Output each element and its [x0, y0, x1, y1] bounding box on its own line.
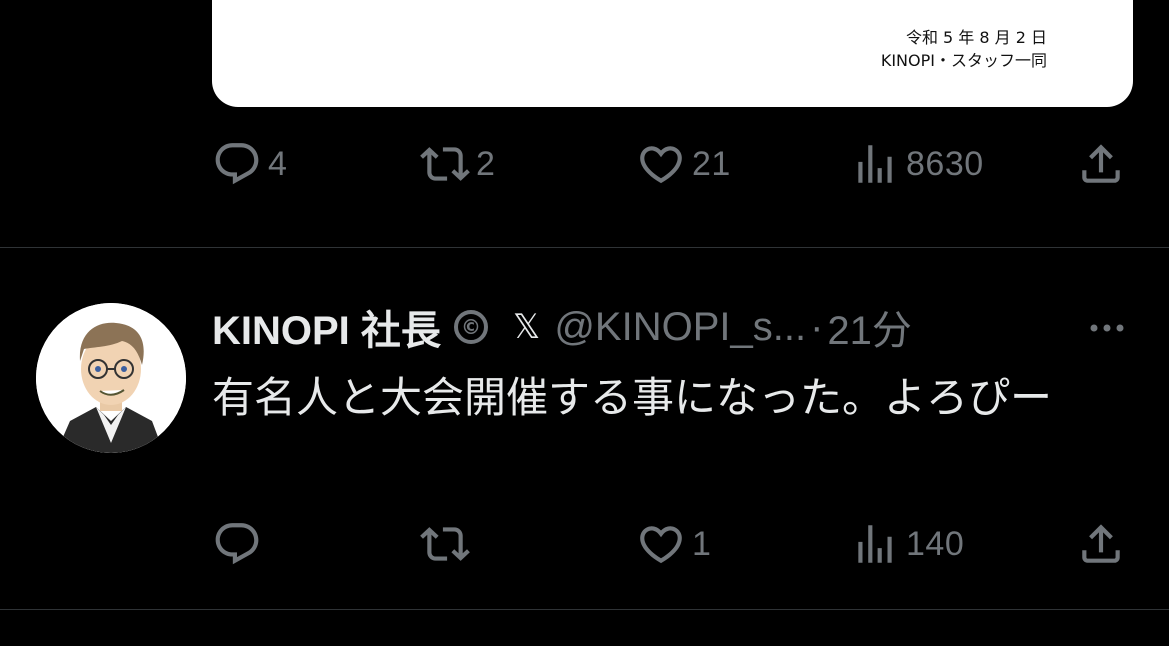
avatar[interactable] — [36, 303, 186, 453]
retweet-icon — [420, 147, 470, 181]
share-icon — [1082, 144, 1120, 183]
like-button[interactable]: 21 — [636, 139, 731, 189]
tweet-actions: 1 140 — [212, 519, 1133, 569]
share-button[interactable] — [1076, 139, 1126, 189]
views-count: 140 — [906, 524, 965, 563]
badge-symbol: © — [461, 315, 481, 339]
tweet-image-card[interactable]: 令和 5 年 8 月 2 日 KINOPI・スタッフ一同 — [212, 0, 1133, 107]
reply-icon — [215, 523, 259, 565]
verified-badge-icon: © — [453, 309, 489, 345]
separator: · — [810, 304, 824, 349]
retweet-icon — [420, 527, 470, 561]
card-signature: KINOPI・スタッフ一同 — [880, 51, 1047, 70]
reply-button[interactable] — [212, 519, 268, 569]
views-icon — [858, 525, 892, 563]
x-logo-icon: 𝕏 — [512, 308, 541, 346]
tweet-text: 有名人と大会開催する事になった。よろぴー — [212, 373, 1053, 422]
share-button[interactable] — [1076, 519, 1126, 569]
reply-icon — [215, 143, 259, 185]
reply-button[interactable]: 4 — [212, 139, 287, 189]
like-icon — [640, 146, 682, 184]
reply-count: 4 — [268, 144, 288, 183]
retweet-button[interactable] — [420, 519, 476, 569]
share-icon — [1082, 524, 1120, 563]
more-icon — [1090, 324, 1124, 332]
avatar-illustration — [36, 303, 186, 453]
like-count: 1 — [692, 524, 712, 563]
like-count: 21 — [692, 144, 731, 183]
tweet-divider — [0, 247, 1169, 248]
card-text: 令和 5 年 8 月 2 日 KINOPI・スタッフ一同 — [881, 26, 1047, 72]
views-icon — [858, 145, 892, 183]
views-button[interactable]: 140 — [850, 519, 964, 569]
like-button[interactable]: 1 — [636, 519, 711, 569]
views-button[interactable]: 8630 — [850, 139, 984, 189]
tweet-header: KINOPI 社長 © 𝕏 @KINOPI_s... · 21分 — [212, 302, 912, 354]
retweet-count: 2 — [476, 144, 496, 183]
author-handle[interactable]: @KINOPI_s... — [554, 305, 806, 350]
retweet-button[interactable]: 2 — [420, 139, 495, 189]
tweet-divider — [0, 609, 1169, 610]
like-icon — [640, 526, 682, 564]
author-name[interactable]: KINOPI 社長 — [212, 298, 441, 356]
card-date: 令和 5 年 8 月 2 日 — [905, 28, 1047, 47]
views-count: 8630 — [906, 144, 984, 183]
prev-tweet-actions: 4 2 21 8630 — [212, 139, 1133, 189]
timestamp[interactable]: 21分 — [827, 298, 912, 356]
more-button[interactable] — [1082, 310, 1132, 346]
